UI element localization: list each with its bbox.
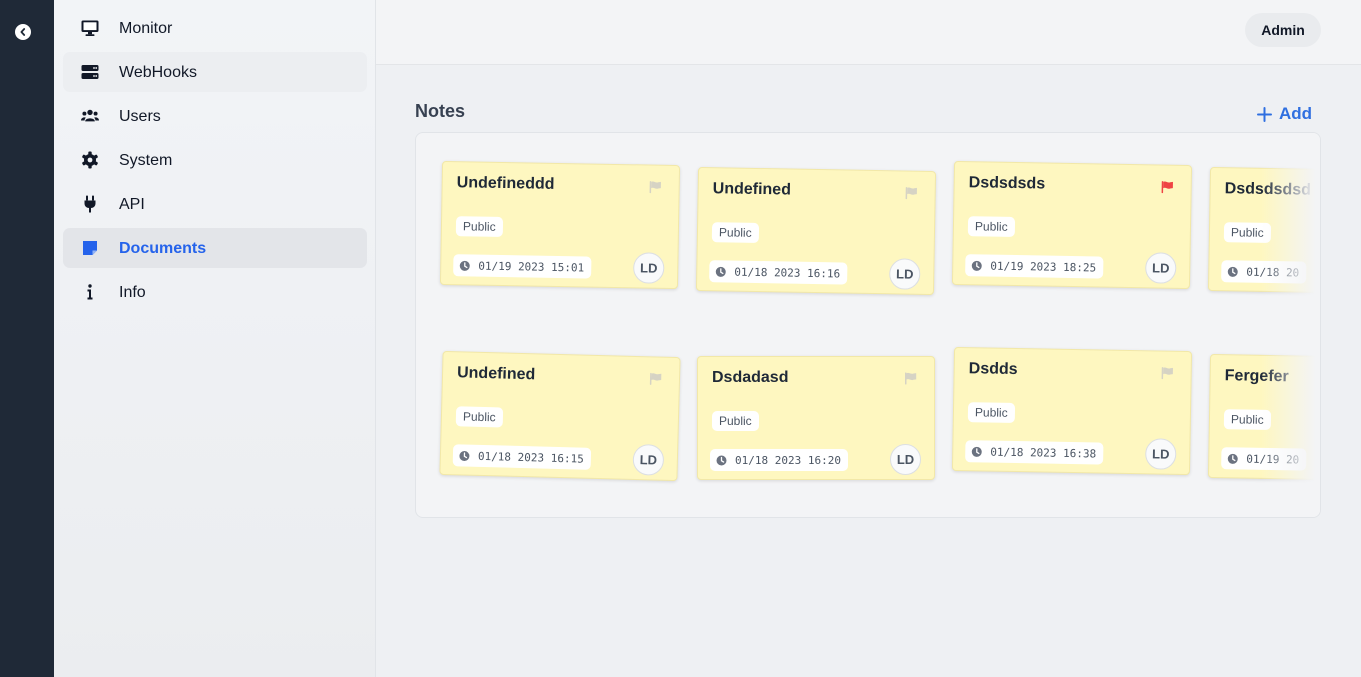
notes-board: Undefineddd Public 01/19 2023 15:01 LD Undef…: [415, 132, 1321, 518]
note-title: Dsdadasd: [712, 369, 789, 386]
flag-icon[interactable]: [905, 187, 918, 200]
visibility-badge: Public: [1223, 222, 1271, 243]
note-date-text: 01/18 2023 16:16: [734, 265, 841, 280]
note-card[interactable]: Undefined Public 01/18 2023 16:16 LD: [695, 166, 937, 296]
flag-icon[interactable]: [649, 372, 662, 385]
add-note-button[interactable]: Add: [1257, 104, 1312, 124]
visibility-badge: Public: [455, 406, 503, 428]
note-title: Undefineddd: [456, 174, 555, 193]
clock-icon: [715, 266, 726, 277]
note-card[interactable]: Fergefer Public 01/19 20: [1207, 353, 1320, 483]
note-title: Undefined: [712, 180, 792, 199]
clock-icon: [971, 446, 982, 457]
clock-icon: [971, 260, 982, 271]
clock-icon: [459, 260, 470, 271]
sidebar-item-label: Info: [119, 284, 146, 301]
note-date: 01/19 2023 15:01: [453, 254, 592, 279]
clock-icon: [1227, 266, 1238, 277]
note-date: 01/18 2023 16:38: [965, 440, 1104, 465]
sidebar-item-label: Users: [119, 108, 161, 125]
note-card[interactable]: Dsdadasd Public 01/18 2023 16:20 LD: [697, 356, 935, 480]
note-title: Dsdsdsds: [968, 174, 1046, 193]
sidebar-item-label: Documents: [119, 240, 207, 257]
flag-icon[interactable]: [1161, 181, 1174, 194]
plug-icon: [81, 195, 99, 213]
author-avatar: LD: [888, 258, 921, 290]
chevron-left-icon: [20, 28, 26, 36]
sidebar-item-users[interactable]: Users: [63, 96, 367, 136]
note-card[interactable]: Dsdsdsdsd Public 01/18 20: [1207, 166, 1320, 296]
sidebar-item-label: System: [119, 152, 173, 169]
note-date-text: 01/19 20: [1246, 452, 1300, 467]
visibility-badge: Public: [711, 222, 759, 243]
sidebar-item-documents[interactable]: Documents: [63, 228, 367, 268]
note-date-text: 01/18 2023 16:15: [477, 449, 585, 466]
sidebar-item-label: API: [119, 196, 145, 213]
flag-icon[interactable]: [1161, 367, 1174, 380]
note-card[interactable]: Dsdds Public 01/18 2023 16:38 LD: [951, 346, 1193, 476]
server-icon: [81, 63, 99, 81]
note-date-text: 01/18 2023 16:38: [990, 445, 1097, 460]
sidebar-item-webhooks[interactable]: WebHooks: [63, 52, 367, 92]
sidebar-item-label: WebHooks: [119, 64, 197, 81]
note-date-text: 01/18 20: [1246, 265, 1300, 280]
sidebar-item-monitor[interactable]: Monitor: [63, 8, 367, 48]
note-card[interactable]: Undefineddd Public 01/19 2023 15:01 LD: [439, 160, 681, 290]
visibility-badge: Public: [967, 216, 1015, 237]
note-title: Dsdds: [968, 360, 1018, 379]
note-date: 01/19 2023 18:25: [965, 254, 1104, 279]
sidebar-item-info[interactable]: Info: [63, 272, 367, 312]
users-icon: [81, 107, 99, 125]
collapse-sidebar-button[interactable]: [15, 24, 31, 40]
sidebar: Monitor WebHooks Users System API Docume…: [54, 0, 376, 677]
author-avatar: LD: [632, 443, 665, 476]
flag-icon[interactable]: [649, 181, 662, 194]
monitor-icon: [81, 19, 99, 37]
note-date-text: 01/19 2023 18:25: [990, 259, 1097, 274]
note-card[interactable]: Dsdsdsds Public 01/19 2023 18:25 LD: [951, 160, 1193, 290]
visibility-badge: Public: [967, 402, 1015, 423]
clock-icon: [459, 450, 470, 461]
top-header: Admin: [376, 0, 1361, 65]
clock-icon: [716, 455, 727, 465]
note-title: Fergefer: [1224, 367, 1289, 386]
note-date: 01/19 20: [1221, 447, 1307, 471]
visibility-badge: Public: [1223, 409, 1271, 430]
user-menu-button[interactable]: Admin: [1245, 13, 1321, 47]
visibility-badge: Public: [712, 411, 759, 431]
sidebar-item-label: Monitor: [119, 20, 173, 37]
info-icon: [81, 283, 99, 301]
sidebar-item-api[interactable]: API: [63, 184, 367, 224]
author-avatar: LD: [890, 444, 921, 475]
note-date: 01/18 2023 16:15: [452, 444, 592, 470]
author-avatar: LD: [1144, 438, 1177, 470]
author-avatar: LD: [632, 252, 665, 284]
author-avatar: LD: [1144, 252, 1177, 284]
flag-icon[interactable]: [904, 372, 917, 385]
sidebar-item-system[interactable]: System: [63, 140, 367, 180]
note-date: 01/18 2023 16:20: [710, 449, 848, 471]
clock-icon: [1227, 453, 1238, 464]
plus-icon: [1257, 106, 1272, 122]
app-rail: [0, 0, 54, 677]
add-note-label: Add: [1279, 104, 1313, 123]
gear-icon: [81, 151, 99, 169]
note-date-text: 01/19 2023 15:01: [478, 259, 585, 274]
page-title: Notes: [415, 101, 466, 121]
note-icon: [81, 239, 99, 257]
note-card[interactable]: Undefined Public 01/18 2023 16:15 LD: [439, 350, 681, 482]
note-date-text: 01/18 2023 16:20: [735, 453, 841, 467]
visibility-badge: Public: [455, 216, 503, 237]
note-date: 01/18 2023 16:16: [709, 260, 848, 285]
note-title: Dsdsdsdsd: [1224, 180, 1312, 199]
note-date: 01/18 20: [1221, 260, 1307, 284]
note-title: Undefined: [456, 364, 536, 384]
